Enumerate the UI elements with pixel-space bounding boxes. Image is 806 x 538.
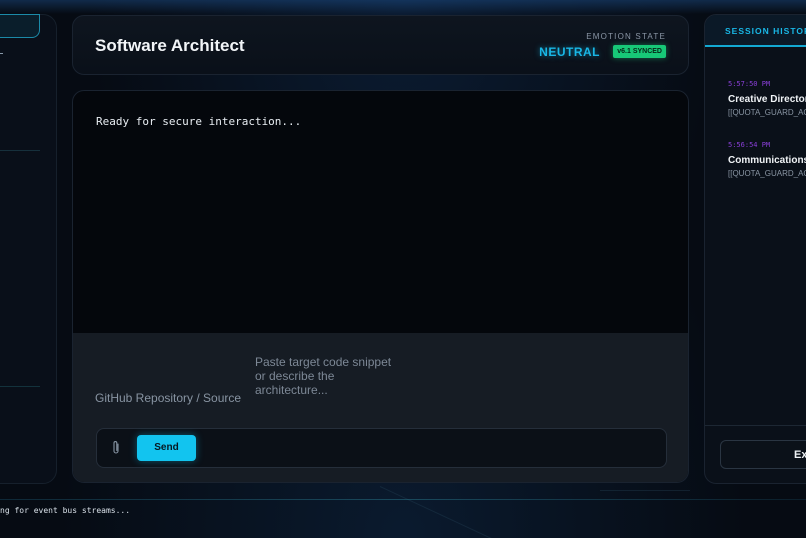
composer: GitHub Repository / Source Paste target … [73,333,688,482]
status-divider [0,499,806,500]
tab-session-history-label: SESSION HISTORY [725,26,806,36]
chat-panel: Ready for secure interaction... GitHub R… [72,90,689,483]
left-sidebar-divider [0,150,40,151]
code-snippet-input[interactable]: Paste target code snippet or describe th… [255,355,405,397]
session-name: Creative Director [728,94,806,105]
emotion-state-value: NEUTRAL [539,45,600,59]
session-time: 5:56:54 PM [728,141,771,149]
top-glow [0,0,806,14]
session-summary: [[QUOTA_GUARD_AC [728,108,806,117]
background-trace [379,486,508,538]
background-trace [600,490,690,491]
left-sidebar-marker [0,53,3,54]
export-button-label: Ex [794,449,806,461]
app-root: Software Architect EMOTION STATE NEUTRAL… [0,0,806,538]
status-message: ng for event bus streams... [0,506,131,515]
session-time: 5:57:50 PM [728,80,771,88]
send-bar: Send [96,428,667,468]
emotion-state-label: EMOTION STATE [586,32,666,41]
left-sidebar [0,14,57,484]
tab-session-history[interactable]: SESSION HISTORY [705,15,806,47]
session-item[interactable]: 5:56:54 PM Communications [[QUOTA_GUARD_… [728,141,806,178]
left-sidebar-active-item[interactable] [0,14,40,38]
session-item[interactable]: 5:57:50 PM Creative Director [[QUOTA_GUA… [728,80,806,117]
session-history-panel: SESSION HISTORY 5:57:50 PM Creative Dire… [704,14,806,484]
history-divider [705,425,806,426]
export-button[interactable]: Ex [720,440,806,469]
session-name: Communications [728,155,806,166]
session-summary: [[QUOTA_GUARD_AC [728,169,806,178]
paperclip-icon[interactable] [111,440,121,456]
agent-title: Software Architect [95,36,245,55]
agent-header: Software Architect EMOTION STATE NEUTRAL… [72,15,689,75]
chat-output: Ready for secure interaction... [96,115,302,128]
sync-status-badge: v6.1 SYNCED [613,45,666,58]
left-sidebar-divider [0,386,40,387]
send-button[interactable]: Send [137,435,196,461]
repository-source-input[interactable]: GitHub Repository / Source [95,391,241,405]
